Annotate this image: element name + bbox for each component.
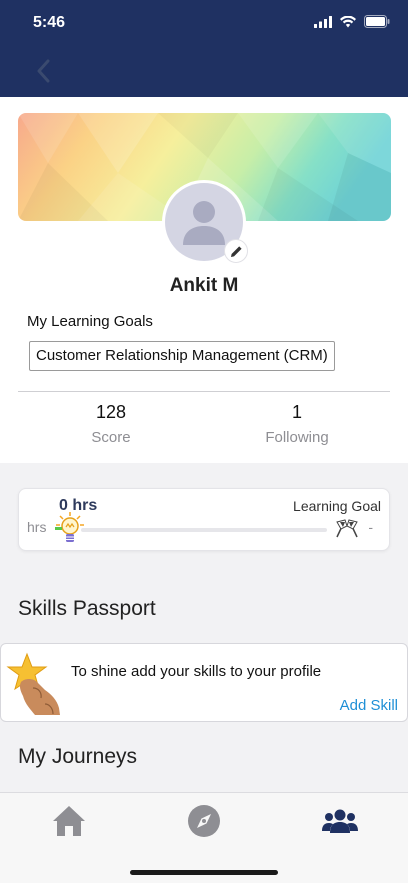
status-icons: [314, 15, 390, 28]
edit-avatar-button[interactable]: [224, 239, 248, 263]
home-icon: [53, 806, 85, 836]
battery-icon: [364, 15, 390, 28]
learning-goals-label: My Learning Goals: [27, 313, 153, 330]
back-button[interactable]: [30, 58, 56, 84]
learning-goal-label: Learning Goal: [293, 498, 381, 514]
chevron-left-icon: [37, 59, 50, 83]
tab-community[interactable]: [320, 803, 360, 839]
user-placeholder-icon: [183, 201, 225, 245]
score-value: 128: [95, 402, 127, 422]
following-value: 1: [291, 402, 302, 422]
learning-goal-chip[interactable]: Customer Relationship Management (CRM): [29, 341, 335, 371]
following-stat[interactable]: 1 Following: [222, 402, 372, 446]
hand-star-icon: [6, 652, 61, 715]
hours-unit: hrs: [27, 519, 47, 535]
score-stat: 128 Score: [36, 402, 186, 446]
signal-icon: [314, 15, 332, 28]
skills-passport-title: Skills Passport: [18, 597, 156, 620]
profile-card: Ankit M My Learning Goals Customer Relat…: [0, 97, 408, 463]
learning-progress-card[interactable]: 0 hrs Learning Goal hrs -: [18, 488, 390, 551]
profile-name: Ankit M: [169, 275, 239, 296]
score-label: Score: [91, 429, 131, 446]
add-skill-link[interactable]: Add Skill: [340, 697, 398, 714]
header-bar: 5:46: [0, 0, 408, 97]
skills-prompt-text: To shine add your skills to your profile: [71, 663, 322, 680]
divider: [18, 391, 390, 392]
lightbulb-icon: [55, 512, 84, 542]
home-indicator: [130, 870, 278, 875]
tab-explore[interactable]: [184, 803, 224, 839]
following-label: Following: [265, 429, 329, 446]
compass-icon: [188, 805, 220, 837]
pencil-icon: [230, 245, 242, 257]
tab-home[interactable]: [49, 803, 89, 839]
people-icon: [322, 809, 358, 833]
skills-passport-card: To shine add your skills to your profile…: [0, 643, 408, 722]
my-journeys-title: My Journeys: [18, 745, 138, 768]
goal-value: -: [368, 519, 373, 535]
status-time: 5:46: [33, 14, 66, 31]
progress-track: [81, 528, 327, 532]
checkered-flags-icon: [336, 519, 358, 538]
wifi-icon: [340, 15, 356, 27]
